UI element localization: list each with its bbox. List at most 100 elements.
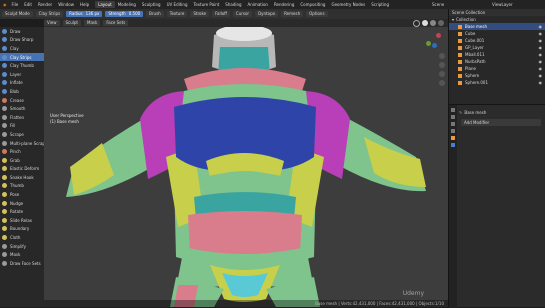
- tool-nudge[interactable]: Nudge: [0, 199, 44, 208]
- gizmo-z-axis-icon[interactable]: [432, 43, 437, 48]
- add-modifier-button[interactable]: Add Modifier: [461, 119, 541, 126]
- tool-mask[interactable]: Mask: [0, 250, 44, 259]
- outliner-collection[interactable]: ▾ Collection: [449, 16, 545, 23]
- tool-simplify[interactable]: Simplify: [0, 242, 44, 251]
- workspace-tab-compositing[interactable]: Compositing: [297, 1, 328, 8]
- 3d-viewport[interactable]: User Perspective (1) Base mesh Udemy: [44, 27, 448, 307]
- tool-grab[interactable]: Grab: [0, 156, 44, 165]
- menu-edit[interactable]: Edit: [24, 2, 32, 7]
- tool-rotate[interactable]: Rotate: [0, 207, 44, 216]
- cursor-menu[interactable]: Cursor: [232, 11, 253, 17]
- mask-menu[interactable]: Mask: [84, 20, 101, 26]
- tool-crease[interactable]: Crease: [0, 96, 44, 105]
- zoom-icon[interactable]: [439, 53, 445, 59]
- stroke-menu[interactable]: Stroke: [190, 11, 210, 17]
- tool-scrape[interactable]: Scrape: [0, 130, 44, 139]
- shading-wireframe-icon[interactable]: [413, 19, 420, 27]
- outliner-item[interactable]: Cube.001 ◉: [449, 37, 545, 44]
- tool-inflate[interactable]: Inflate: [0, 79, 44, 88]
- tool-layer[interactable]: Layer: [0, 70, 44, 79]
- remesh-menu[interactable]: Remesh: [281, 11, 304, 17]
- gizmo-x-axis-icon[interactable]: [436, 33, 441, 38]
- face-sets-menu[interactable]: Face Sets: [103, 20, 129, 26]
- view-menu[interactable]: View: [44, 20, 60, 26]
- scene-selector[interactable]: Scene: [432, 2, 444, 7]
- brush-menu[interactable]: Brush: [146, 11, 164, 17]
- tool-flatten[interactable]: Flatten: [0, 113, 44, 122]
- navigation-gizmo[interactable]: [424, 31, 442, 49]
- tool-snake-hook[interactable]: Snake Hook: [0, 173, 44, 182]
- workspace-tab-layout[interactable]: Layout: [95, 1, 115, 8]
- brush-selector[interactable]: Clay Strips: [35, 11, 64, 17]
- visibility-eye-icon[interactable]: ◉: [539, 59, 543, 64]
- gizmo-y-axis-icon[interactable]: [426, 41, 431, 46]
- visibility-eye-icon[interactable]: ◉: [539, 45, 543, 50]
- tool-cloth[interactable]: Cloth: [0, 233, 44, 242]
- mode-selector[interactable]: Sculpt Mode: [2, 11, 33, 17]
- output-tab-icon[interactable]: [451, 122, 455, 126]
- visibility-eye-icon[interactable]: ◉: [539, 52, 543, 57]
- tool-clay[interactable]: Clay: [0, 44, 44, 53]
- visibility-eye-icon[interactable]: ◉: [539, 24, 543, 29]
- outliner-item[interactable]: GP_Layer ◉: [449, 44, 545, 51]
- tool-clay-thumb[interactable]: Clay Thumb: [0, 61, 44, 70]
- tool-blob[interactable]: Blob: [0, 87, 44, 96]
- workspace-tab-uv-editing[interactable]: UV Editing: [164, 1, 191, 8]
- outliner-item[interactable]: Sphere ◉: [449, 72, 545, 79]
- tool-multi-plane-scrape[interactable]: Multi-plane Scrape: [0, 139, 47, 148]
- workspace-tab-scripting[interactable]: Scripting: [368, 1, 392, 8]
- outliner-item[interactable]: Sphere.001 ◉: [449, 79, 545, 86]
- outliner-item[interactable]: NurbsPath ◉: [449, 58, 545, 65]
- tool-draw[interactable]: Draw: [0, 27, 44, 36]
- tool-elastic-deform[interactable]: Elastic Deform: [0, 165, 44, 174]
- strength-field[interactable]: Strength 0.500: [105, 11, 144, 17]
- visibility-eye-icon[interactable]: ◉: [539, 73, 543, 78]
- tool-draw-sharp[interactable]: Draw Sharp: [0, 36, 44, 45]
- grid-icon[interactable]: [439, 80, 445, 86]
- dyntopo-toggle[interactable]: Dyntopo: [255, 11, 279, 17]
- pan-hand-icon[interactable]: [439, 62, 445, 68]
- texture-menu[interactable]: Texture: [166, 11, 188, 17]
- tool-fill[interactable]: Fill: [0, 122, 44, 131]
- visibility-eye-icon[interactable]: ◉: [539, 80, 543, 85]
- tool-tab-icon[interactable]: [451, 108, 455, 112]
- workspace-tab-texture-paint[interactable]: Texture Paint: [190, 1, 222, 8]
- tool-slide-relax[interactable]: Slide Relax: [0, 216, 44, 225]
- outliner-item[interactable]: Cube ◉: [449, 30, 545, 37]
- sculpt-model[interactable]: [44, 27, 448, 307]
- menu-render[interactable]: Render: [38, 2, 52, 7]
- tool-thumb[interactable]: Thumb: [0, 182, 44, 191]
- menu-window[interactable]: Window: [58, 2, 74, 7]
- tool-clay-strips[interactable]: Clay Strips: [0, 52, 44, 62]
- tool-pinch[interactable]: Pinch: [0, 147, 44, 156]
- menu-help[interactable]: Help: [80, 2, 89, 7]
- workspace-tab-geometry-nodes[interactable]: Geometry Nodes: [328, 1, 368, 8]
- tool-pose[interactable]: Pose: [0, 190, 44, 199]
- visibility-eye-icon[interactable]: ◉: [539, 38, 543, 43]
- options-menu[interactable]: Options: [306, 11, 328, 17]
- outliner-item[interactable]: Plane ◉: [449, 65, 545, 72]
- workspace-tab-shading[interactable]: Shading: [222, 1, 244, 8]
- object-tab-icon[interactable]: [451, 136, 455, 140]
- outliner-item[interactable]: Mball.011 ◉: [449, 51, 545, 58]
- falloff-menu[interactable]: Falloff: [212, 11, 230, 17]
- shading-rendered-icon[interactable]: [438, 19, 444, 26]
- scene-tab-icon[interactable]: [451, 129, 455, 133]
- visibility-eye-icon[interactable]: ◉: [539, 66, 543, 71]
- workspace-tab-animation[interactable]: Animation: [245, 1, 271, 8]
- modifier-tab-icon[interactable]: [451, 143, 455, 147]
- sculpt-menu[interactable]: Sculpt: [62, 20, 81, 26]
- menu-file[interactable]: File: [12, 2, 19, 7]
- workspace-tab-sculpting[interactable]: Sculpting: [139, 1, 164, 8]
- tool-draw-face-sets[interactable]: Draw Face Sets: [0, 259, 44, 268]
- shading-solid-icon[interactable]: [422, 19, 428, 26]
- radius-field[interactable]: Radius 136 px: [66, 11, 103, 17]
- visibility-eye-icon[interactable]: ◉: [539, 31, 543, 36]
- tool-smooth[interactable]: Smooth: [0, 104, 44, 113]
- render-tab-icon[interactable]: [451, 115, 455, 119]
- blender-logo-icon[interactable]: ◉: [3, 2, 7, 7]
- view-layer-selector[interactable]: ViewLayer: [492, 2, 513, 7]
- shading-material-icon[interactable]: [430, 19, 436, 26]
- tool-boundary[interactable]: Boundary: [0, 225, 44, 234]
- outliner-item[interactable]: Base mesh ◉: [449, 23, 545, 30]
